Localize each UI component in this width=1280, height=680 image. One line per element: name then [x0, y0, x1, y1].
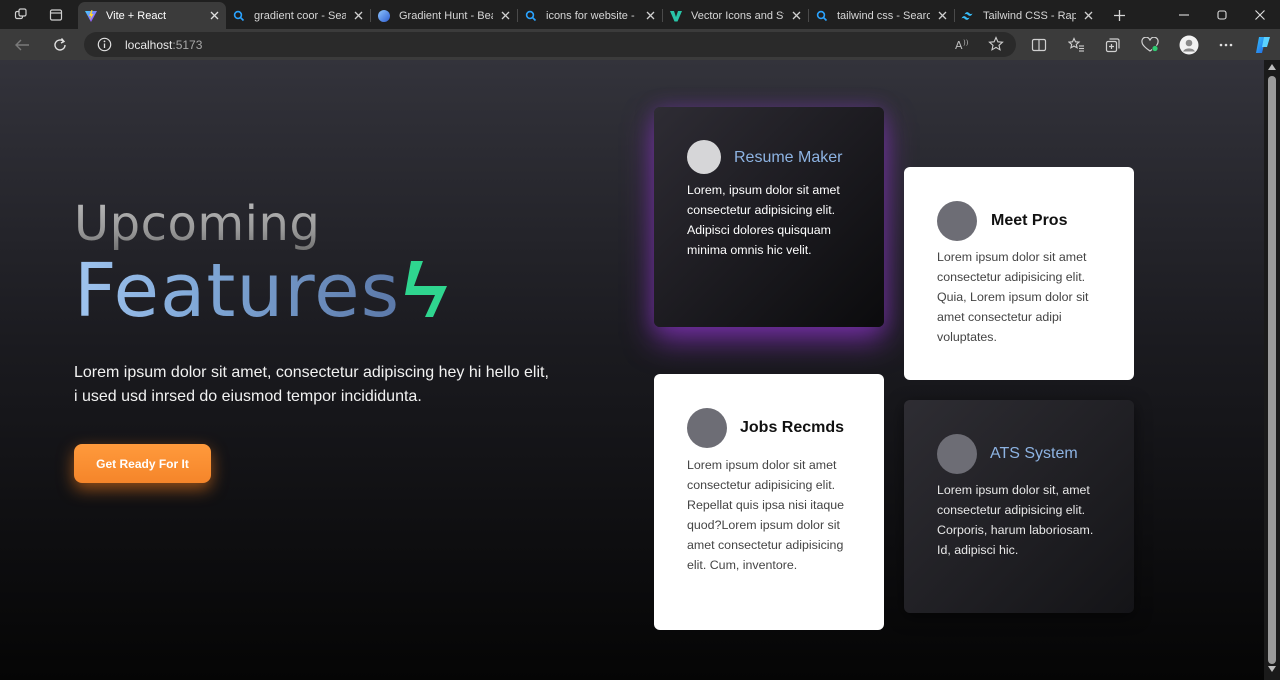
- browser-essentials-icon[interactable]: [1138, 33, 1162, 57]
- search-icon: [815, 9, 829, 23]
- browser-toolbar: localhost:5173 A)): [0, 29, 1280, 60]
- tab-icons-search[interactable]: icons for website - Se: [518, 2, 662, 29]
- read-aloud-icon[interactable]: A)): [955, 37, 971, 57]
- feature-card-ats-system[interactable]: ATS System Lorem ipsum dolor sit, amet c…: [904, 400, 1134, 613]
- back-button[interactable]: [10, 33, 34, 57]
- tab-title: Vite + React: [106, 9, 167, 22]
- url-text: localhost:5173: [125, 38, 202, 52]
- tab-gradient-search[interactable]: gradient coor - Search: [226, 2, 370, 29]
- scroll-thumb[interactable]: [1268, 76, 1276, 664]
- hero-heading-upcoming: Upcoming: [74, 196, 321, 252]
- refresh-button[interactable]: [48, 33, 72, 57]
- card-avatar: [687, 140, 721, 174]
- favorite-star-icon[interactable]: [988, 36, 1004, 57]
- copilot-icon[interactable]: [1251, 33, 1275, 57]
- new-tab-button[interactable]: [1108, 4, 1130, 26]
- tab-title: tailwind css - Search: [837, 9, 930, 22]
- card-body: Lorem ipsum dolor sit, amet consectetur …: [937, 483, 1094, 557]
- split-screen-icon[interactable]: [1027, 33, 1051, 57]
- collections-icon[interactable]: [1101, 33, 1125, 57]
- favorites-icon[interactable]: [1064, 33, 1088, 57]
- address-bar[interactable]: localhost:5173 A)): [84, 32, 1016, 57]
- url-host: localhost: [125, 38, 173, 52]
- close-tab-icon[interactable]: [1080, 8, 1096, 24]
- profile-avatar[interactable]: [1177, 33, 1201, 57]
- svg-text:)): )): [963, 39, 969, 47]
- tab-title: Gradient Hunt - Beau: [399, 9, 493, 22]
- card-avatar: [937, 434, 977, 474]
- tab-gradient-hunt[interactable]: Gradient Hunt - Beau: [371, 2, 517, 29]
- close-tab-icon[interactable]: [206, 8, 222, 24]
- tab-vector-icons[interactable]: Vector Icons and Stick: [663, 2, 808, 29]
- scroll-down-arrow-icon[interactable]: [1268, 666, 1276, 672]
- hero-description: Lorem ipsum dolor sit amet, consectetur …: [74, 364, 549, 405]
- minimize-button[interactable]: [1173, 4, 1195, 26]
- card-title: Jobs Recmds: [740, 419, 845, 436]
- restore-button[interactable]: [1211, 4, 1233, 26]
- card-title: Resume Maker: [734, 149, 843, 166]
- feature-card-meet-pros[interactable]: Meet Pros Lorem ipsum dolor sit amet con…: [904, 167, 1134, 380]
- vector-logo-icon: [669, 9, 683, 23]
- close-tab-icon[interactable]: [934, 8, 950, 24]
- workspaces-icon[interactable]: [10, 4, 32, 26]
- tab-tailwind-search[interactable]: tailwind css - Search: [809, 2, 954, 29]
- more-options-icon[interactable]: [1214, 33, 1238, 57]
- get-ready-button[interactable]: Get Ready For It: [74, 444, 211, 483]
- close-tab-icon[interactable]: [788, 8, 804, 24]
- tailwind-icon: [961, 9, 975, 23]
- tab-title: icons for website - Se: [546, 9, 638, 22]
- tab-vite-react[interactable]: Vite + React: [78, 2, 226, 29]
- close-window-button[interactable]: [1249, 4, 1271, 26]
- tab-tailwind-docs[interactable]: Tailwind CSS - Rapidly: [955, 2, 1100, 29]
- scroll-up-arrow-icon[interactable]: [1268, 64, 1276, 70]
- page-scrollbar[interactable]: [1264, 60, 1280, 680]
- card-title: ATS System: [990, 445, 1078, 462]
- card-avatar: [937, 201, 977, 241]
- lightning-bolt-icon: [405, 261, 447, 317]
- card-body: Lorem ipsum dolor sit amet consectetur a…: [937, 250, 1089, 344]
- feature-card-resume-maker[interactable]: Resume Maker Lorem, ipsum dolor sit amet…: [654, 107, 884, 327]
- close-tab-icon[interactable]: [497, 8, 513, 24]
- tab-title: gradient coor - Search: [254, 9, 346, 22]
- svg-text:A: A: [955, 39, 963, 52]
- tab-title: Vector Icons and Stick: [691, 9, 784, 22]
- card-title: Meet Pros: [991, 212, 1068, 229]
- close-tab-icon[interactable]: [642, 8, 658, 24]
- gradient-hunt-icon: [377, 9, 391, 23]
- card-body: Lorem, ipsum dolor sit amet consectetur …: [687, 183, 840, 257]
- page-viewport: Upcoming Features Lorem ipsum dolor sit …: [0, 60, 1264, 680]
- tab-actions-icon[interactable]: [45, 4, 67, 26]
- card-avatar: [687, 408, 727, 448]
- site-info-icon[interactable]: [97, 37, 112, 57]
- search-icon: [232, 9, 246, 23]
- tab-strip: Vite + React gradient coor - Search Grad…: [0, 0, 1280, 29]
- tab-title: Tailwind CSS - Rapidly: [983, 9, 1076, 22]
- hero-heading-features: Features: [74, 248, 401, 334]
- url-port: :5173: [172, 38, 203, 52]
- feature-card-jobs-recmds[interactable]: Jobs Recmds Lorem ipsum dolor sit amet c…: [654, 374, 884, 630]
- vite-icon: [84, 9, 98, 23]
- card-body: Lorem ipsum dolor sit amet consectetur a…: [687, 458, 845, 572]
- search-icon: [524, 9, 538, 23]
- close-tab-icon[interactable]: [350, 8, 366, 24]
